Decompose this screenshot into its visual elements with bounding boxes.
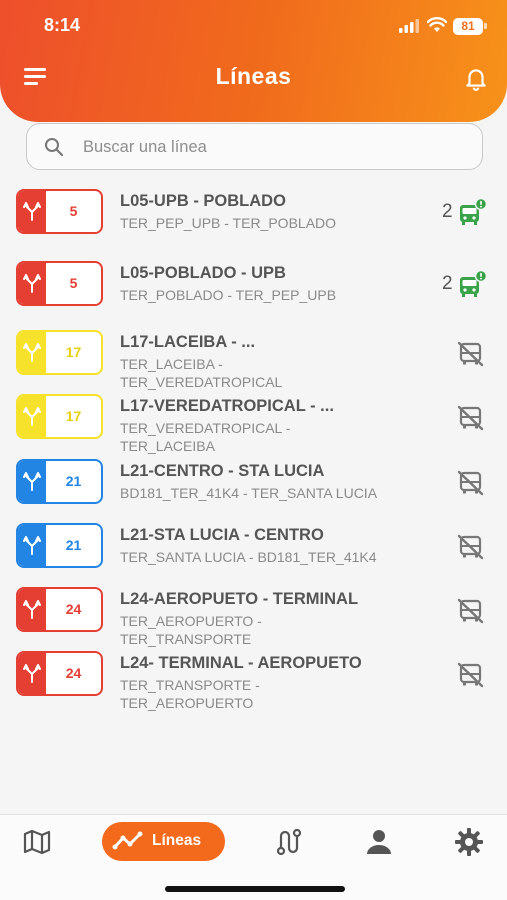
route-fork-icon	[23, 664, 41, 683]
battery-icon: 81	[453, 18, 483, 35]
line-title: L21-STA LUCIA - CENTRO	[120, 526, 324, 544]
search-input[interactable]	[83, 132, 463, 162]
user-icon	[367, 830, 391, 854]
app-header: 8:14 81 Líneas	[0, 0, 507, 122]
battery-tip	[484, 23, 487, 29]
nav-settings[interactable]	[454, 827, 490, 857]
nav-routes[interactable]	[274, 827, 310, 857]
route-fork-icon	[23, 536, 41, 555]
line-subtitle: TER_POBLADO - TER_PEP_UPB	[120, 287, 337, 303]
route-icon	[276, 828, 302, 856]
wifi-icon	[427, 17, 447, 32]
bell-icon[interactable]	[463, 65, 489, 91]
line-title: L24- TERMINAL - AEROPUETO	[120, 654, 362, 672]
line-number-badge: 17	[16, 394, 103, 439]
line-row[interactable]: 24 L24-AEROPUETO - TERMINAL TER_AEROPUER…	[0, 581, 507, 647]
bus-count: 2	[442, 273, 453, 294]
page-title: Líneas	[215, 63, 292, 89]
route-fork-icon	[23, 274, 41, 293]
bus-off-icon	[457, 341, 484, 367]
map-icon	[23, 829, 51, 855]
bus-count: 2	[442, 201, 453, 222]
line-number: 24	[65, 601, 82, 617]
route-fork-icon	[23, 407, 41, 426]
line-number-badge: 5	[16, 189, 103, 234]
line-row[interactable]: 24 L24- TERMINAL - AEROPUETO TER_TRANSPO…	[0, 645, 507, 711]
bus-off-icon	[457, 470, 484, 496]
line-row[interactable]: 21 L21-CENTRO - STA LUCIA BD181_TER_41K4…	[0, 453, 507, 513]
line-title: L05-POBLADO - UPB	[120, 264, 286, 282]
line-number: 5	[69, 275, 78, 291]
line-title: L17-LACEIBA - ...	[120, 333, 256, 351]
line-number-badge: 21	[16, 459, 103, 504]
line-number-badge: 21	[16, 523, 103, 568]
bus-off-icon	[457, 662, 484, 688]
home-indicator	[165, 886, 345, 892]
line-subtitle: BD181_TER_41K4 - TER_SANTA LUCIA	[120, 485, 378, 501]
nav-lineas[interactable]: Líneas	[102, 822, 225, 861]
line-subtitle: TER_LACEIBA - TER_VEREDATROPICAL	[120, 356, 283, 390]
line-number: 21	[65, 473, 82, 489]
nav-profile[interactable]	[364, 827, 400, 857]
line-subtitle: TER_AEROPUERTO - TER_TRANSPORTE	[120, 613, 262, 647]
nav-map[interactable]	[22, 827, 58, 857]
bus-off-icon	[457, 534, 484, 560]
line-number: 17	[65, 344, 82, 360]
line-row[interactable]: 17 L17-VEREDATROPICAL - ... TER_VEREDATR…	[0, 388, 507, 454]
line-number-badge: 24	[16, 651, 103, 696]
bus-active-icon	[460, 197, 488, 225]
nav-lineas-label: Líneas	[152, 832, 202, 849]
bus-off-icon	[457, 405, 484, 431]
line-row[interactable]: 17 L17-LACEIBA - ... TER_LACEIBA - TER_V…	[0, 324, 507, 390]
line-number-badge: 5	[16, 261, 103, 306]
line-row[interactable]: 21 L21-STA LUCIA - CENTRO TER_SANTA LUCI…	[0, 517, 507, 577]
bus-off-icon	[457, 598, 484, 624]
chart-line-icon	[112, 831, 143, 850]
line-title: L17-VEREDATROPICAL - ...	[120, 397, 334, 415]
search-icon	[45, 138, 64, 157]
line-number: 21	[65, 537, 82, 553]
line-row[interactable]: 5 L05-UPB - POBLADO TER_PEP_UPB - TER_PO…	[0, 183, 507, 243]
bottom-nav: Líneas	[0, 814, 507, 900]
line-title: L21-CENTRO - STA LUCIA	[120, 462, 325, 480]
route-fork-icon	[23, 202, 41, 221]
line-number: 5	[69, 203, 78, 219]
status-bar: 8:14 81	[0, 12, 507, 40]
line-title: L05-UPB - POBLADO	[120, 192, 286, 210]
line-subtitle: TER_PEP_UPB - TER_POBLADO	[120, 215, 337, 231]
gear-icon	[455, 828, 483, 856]
line-number: 24	[65, 665, 82, 681]
line-subtitle: TER_SANTA LUCIA - BD181_TER_41K4	[120, 549, 377, 565]
route-fork-icon	[23, 600, 41, 619]
bus-active-icon	[460, 269, 488, 297]
route-fork-icon	[23, 472, 41, 491]
search-bar[interactable]	[26, 123, 483, 170]
signal-icon	[399, 19, 419, 33]
status-time: 8:14	[44, 15, 81, 35]
line-row[interactable]: 5 L05-POBLADO - UPB TER_POBLADO - TER_PE…	[0, 255, 507, 315]
line-subtitle: TER_VEREDATROPICAL - TER_LACEIBA	[120, 420, 291, 454]
line-number-badge: 17	[16, 330, 103, 375]
route-fork-icon	[23, 343, 41, 362]
line-title: L24-AEROPUETO - TERMINAL	[120, 590, 359, 608]
line-subtitle: TER_TRANSPORTE - TER_AEROPUERTO	[120, 677, 260, 711]
line-number-badge: 24	[16, 587, 103, 632]
line-number: 17	[65, 408, 82, 424]
